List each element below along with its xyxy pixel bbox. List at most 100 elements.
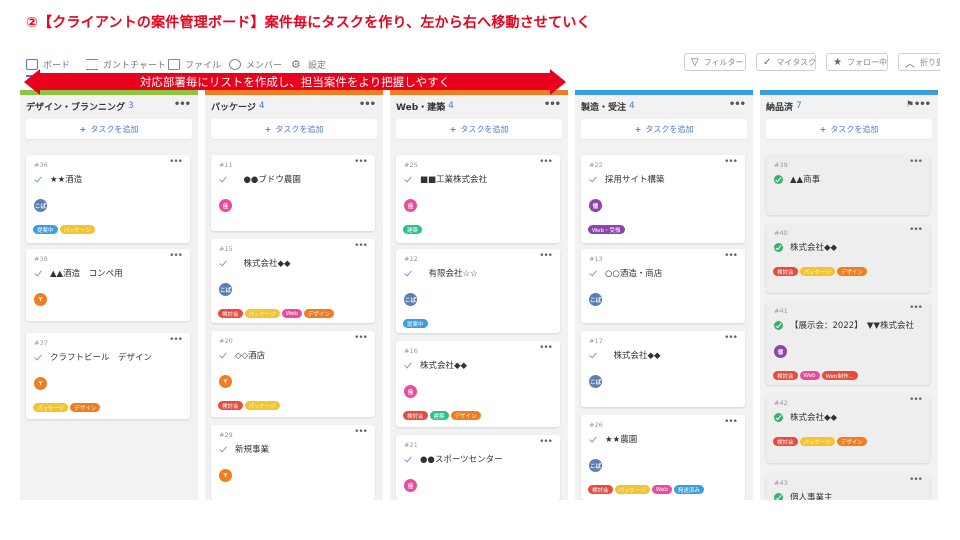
task-card[interactable]: #15 ••• 株式会社◆◆ こば 検討会 パッケージ Web デザイン xyxy=(211,239,375,323)
task-number: #17 xyxy=(589,337,603,345)
card-menu-icon[interactable]: ••• xyxy=(539,157,553,167)
card-menu-icon[interactable]: ••• xyxy=(354,157,368,167)
task-card[interactable]: #29 ••• 新規事業 Y xyxy=(211,425,375,500)
task-card[interactable]: #13 ••• ○○酒造・商店 こば xyxy=(581,249,745,323)
add-task-button[interactable]: + タスクを追加 xyxy=(211,119,377,139)
task-card[interactable]: #25 ••• ■■工業株式会社佳建築 xyxy=(396,155,560,243)
check-icon[interactable] xyxy=(404,361,413,370)
task-card[interactable]: #21 ••• ●●スポーツセンター佳 xyxy=(396,435,560,500)
task-card[interactable]: #20 ••• ◇◇酒店 Y 検討会 パッケージ xyxy=(211,331,375,417)
task-card[interactable]: #42 ••• 株式会社◆◆ 検討会 パッケージ デザイン xyxy=(766,393,930,463)
flag-icon[interactable]: ⚑ xyxy=(906,100,914,110)
task-card[interactable]: #37 ••• クラフトビール デザイン Y パッケージ デザイン xyxy=(26,333,190,419)
task-card[interactable]: #17 ••• 株式会社◆◆ こば xyxy=(581,331,745,407)
task-number: #21 xyxy=(404,441,418,449)
check-icon[interactable] xyxy=(34,269,43,278)
card-menu-icon[interactable]: ••• xyxy=(724,157,738,167)
check-icon[interactable] xyxy=(589,269,598,278)
task-card[interactable]: #43 ••• 個人事業主 xyxy=(766,473,930,500)
avatar: こば xyxy=(404,293,417,306)
card-menu-icon[interactable]: ••• xyxy=(539,437,553,447)
card-menu-icon[interactable]: ••• xyxy=(354,241,368,251)
plus-icon: + xyxy=(79,124,87,134)
task-card[interactable]: #22 ••• 採用サイト構築徳 Web・受振 xyxy=(581,155,745,243)
task-card[interactable]: #36 ••• ★★酒造 こば 提案中 パッケージ xyxy=(26,155,190,243)
check-icon[interactable] xyxy=(774,320,783,330)
task-title: ★★農園 xyxy=(589,433,637,445)
plus-icon: + xyxy=(264,124,272,134)
add-task-button[interactable]: + タスクを追加 xyxy=(26,119,192,139)
avatar: Y xyxy=(219,469,232,482)
check-icon[interactable] xyxy=(404,269,413,278)
add-task-button[interactable]: + タスクを追加 xyxy=(766,119,932,139)
card-menu-icon[interactable]: ••• xyxy=(539,343,553,353)
check-icon[interactable] xyxy=(34,353,43,362)
tag-label: デザイン xyxy=(836,437,867,446)
collapse-button[interactable]: ︿折り畳む xyxy=(898,53,940,71)
tag-label: Web・受振 xyxy=(588,225,625,234)
card-menu-icon[interactable]: ••• xyxy=(169,335,183,345)
task-card[interactable]: #16 ••• 株式会社◆◆ 佳検討会 建築 デザイン xyxy=(396,341,560,427)
card-menu-icon[interactable]: ••• xyxy=(354,333,368,343)
task-card[interactable]: #41 ••• 【展示会：2022】 ▼▼株式会社徳検討会 Web Web制作... xyxy=(766,301,930,385)
card-menu-icon[interactable]: ••• xyxy=(909,157,923,167)
check-icon[interactable] xyxy=(774,174,783,184)
card-menu-icon[interactable]: ••• xyxy=(169,157,183,167)
filter-button[interactable]: ▽ フィルター xyxy=(684,53,746,71)
check-icon[interactable] xyxy=(589,175,598,184)
task-title: ▲▲商事 xyxy=(774,173,820,185)
card-menu-icon[interactable]: ••• xyxy=(909,475,923,485)
plus-icon: + xyxy=(449,124,457,134)
column-menu-icon[interactable]: ••• xyxy=(544,99,561,110)
task-title-text: 新規事業 xyxy=(235,445,270,455)
card-menu-icon[interactable]: ••• xyxy=(724,333,738,343)
task-card[interactable]: #12 ••• 有限会社☆☆ こば 提案中 xyxy=(396,249,560,333)
check-icon[interactable] xyxy=(774,242,783,252)
card-menu-icon[interactable]: ••• xyxy=(169,251,183,261)
add-task-button[interactable]: + タスクを追加 xyxy=(581,119,747,139)
tag-label: 提案中 xyxy=(33,225,58,234)
column-menu-icon[interactable]: ••• xyxy=(914,99,931,110)
tag-label: 検討会 xyxy=(773,371,798,380)
task-title: ●●ブドウ農園 xyxy=(219,173,301,185)
star-icon: ★ xyxy=(833,56,842,68)
task-title-text: 株式会社◆◆ xyxy=(790,243,838,253)
add-task-button[interactable]: + タスクを追加 xyxy=(396,119,562,139)
my-tasks-button[interactable]: ✓ マイタスク xyxy=(756,53,816,71)
check-icon[interactable] xyxy=(774,492,783,500)
check-icon[interactable] xyxy=(404,175,413,184)
card-menu-icon[interactable]: ••• xyxy=(354,427,368,437)
card-menu-icon[interactable]: ••• xyxy=(724,417,738,427)
task-number: #20 xyxy=(219,337,233,345)
task-card[interactable]: #11 ••• ●●ブドウ農園佳 xyxy=(211,155,375,231)
card-menu-icon[interactable]: ••• xyxy=(909,303,923,313)
tag-list: 提案中 パッケージ xyxy=(33,225,95,234)
task-number: #36 xyxy=(34,161,48,169)
check-icon[interactable] xyxy=(219,175,228,184)
column-menu-icon[interactable]: ••• xyxy=(174,99,191,110)
card-menu-icon[interactable]: ••• xyxy=(539,251,553,261)
avatar: こば xyxy=(219,283,232,296)
check-icon[interactable] xyxy=(589,435,598,444)
task-card[interactable]: #38 ••• ▲▲酒造 コンペ用 Y xyxy=(26,249,190,321)
task-card[interactable]: #26 ••• ★★農園 こば 検討会 パッケージ Web 発送済み xyxy=(581,415,745,500)
card-menu-icon[interactable]: ••• xyxy=(909,395,923,405)
check-icon[interactable] xyxy=(219,445,228,454)
card-menu-icon[interactable]: ••• xyxy=(909,225,923,235)
task-title: 有限会社☆☆ xyxy=(404,267,478,279)
task-card[interactable]: #39 ••• ▲▲商事 xyxy=(766,155,930,215)
check-icon[interactable] xyxy=(219,351,228,360)
check-icon[interactable] xyxy=(589,351,598,360)
card-menu-icon[interactable]: ••• xyxy=(724,251,738,261)
task-number: #40 xyxy=(774,229,788,237)
check-icon[interactable] xyxy=(774,412,783,422)
check-icon[interactable] xyxy=(219,259,228,268)
check-icon[interactable] xyxy=(34,175,43,184)
column-menu-icon[interactable]: ••• xyxy=(729,99,746,110)
task-title: ▲▲酒造 コンペ用 xyxy=(34,267,123,279)
check-icon[interactable] xyxy=(404,455,413,464)
following-button[interactable]: ★ フォロー中 xyxy=(826,53,888,71)
column-menu-icon[interactable]: ••• xyxy=(359,99,376,110)
task-number: #39 xyxy=(774,161,788,169)
task-card[interactable]: #40 ••• 株式会社◆◆ 検討会 パッケージ デザイン xyxy=(766,223,930,293)
